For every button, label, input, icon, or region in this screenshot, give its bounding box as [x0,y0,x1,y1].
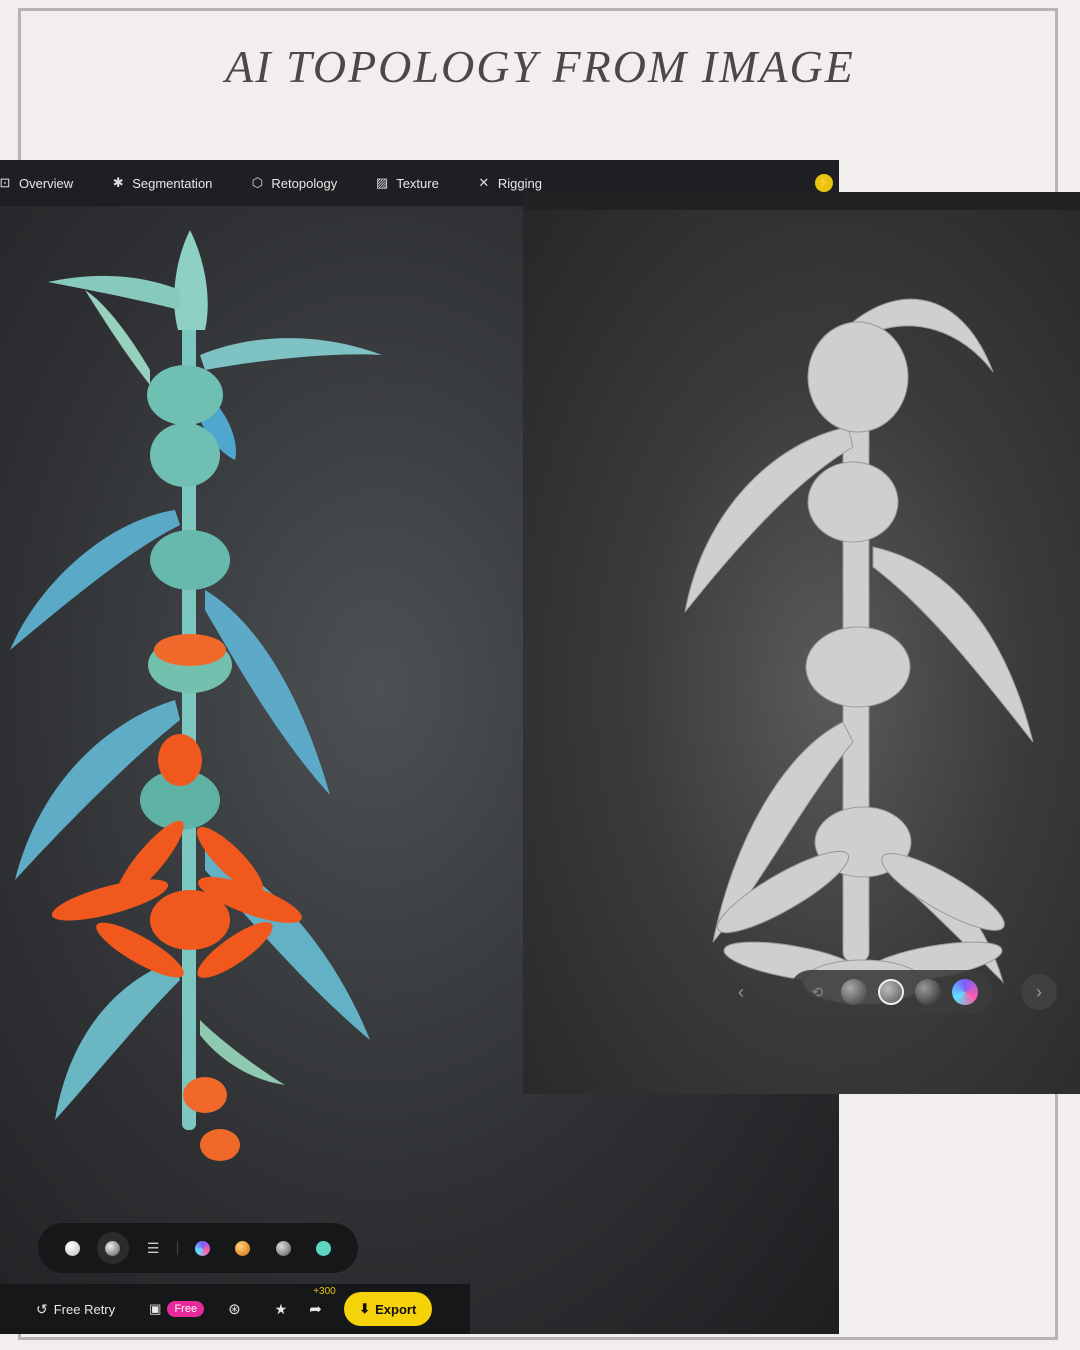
orbit-icon: ⊛ [228,1301,241,1318]
clay-sphere-icon [105,1240,121,1256]
chevron-right-icon: › [1036,981,1042,1002]
gift-button[interactable]: ▣ Free [149,1284,205,1334]
headline: AI TOPOLOGY FROM IMAGE [225,41,855,92]
tab-retopology[interactable]: ⬡ Retopology [250,160,337,206]
viewer-material-bar: ⟲ [789,970,993,1014]
tab-overview[interactable]: ⊡ Overview [0,160,73,206]
bolt-icon[interactable]: ⚡ [815,174,833,192]
free-retry-button[interactable]: ↺ Free Retry [36,1284,115,1334]
retry-label: Free Retry [53,1301,116,1317]
gift-icon: ▣ [149,1301,162,1316]
puzzle-icon: ✱ [112,175,124,190]
gradient-sphere-icon [195,1240,210,1256]
share-button[interactable]: ➦ +300 [309,1284,336,1334]
viewer-header [523,192,1080,210]
material-teal-button[interactable] [304,1223,344,1273]
tab-label: Segmentation [132,175,213,191]
share-icon: ➦ [309,1301,322,1318]
view-3d-button[interactable]: ⊛ [228,1284,241,1334]
material-settings-button[interactable]: ☰ [133,1223,173,1273]
material-clay-button[interactable] [92,1223,132,1273]
tab-label: Overview [19,175,74,191]
textured-plant-model[interactable] [0,220,520,1180]
free-badge: Free [167,1301,205,1317]
orange-sphere-icon [235,1240,251,1256]
next-arrow-button[interactable]: › [1021,974,1057,1010]
clay-view-button[interactable] [877,979,904,1005]
star-icon: ★ [274,1300,288,1317]
bonus-label: +300 [313,1286,336,1297]
export-label: Export [375,1301,417,1317]
gray-sphere-icon [275,1240,291,1256]
tab-label: Retopology [271,175,338,191]
color-view-button[interactable] [951,979,978,1005]
action-bar: ↺ Free Retry ▣ Free ⊛ ★ ➦ +300 ⬇ Export [0,1284,470,1334]
white-sphere-icon [64,1240,80,1256]
retopology-mesh-model[interactable] [673,282,1073,1042]
material-orange-button[interactable] [223,1223,263,1273]
textured-view-button[interactable] [841,979,868,1005]
divider [177,1241,179,1255]
overview-icon: ⊡ [0,175,11,190]
cube-mesh-icon: ⬡ [251,175,264,190]
texture-icon: ▨ [376,175,389,190]
tab-label: Texture [396,175,439,191]
sliders-icon: ☰ [146,1239,160,1256]
tab-texture[interactable]: ▨ Texture [375,160,439,206]
rotate-view-button[interactable]: ⟲ [804,979,830,1005]
rotate-icon: ⟲ [811,983,824,1000]
favorite-button[interactable]: ★ [275,1284,288,1334]
teal-sphere-icon [316,1240,332,1256]
prev-arrow-button[interactable]: ‹ [723,974,759,1010]
tab-label: Rigging [497,175,542,191]
chevron-left-icon: ‹ [738,981,744,1002]
download-icon: ⬇ [359,1301,371,1316]
material-gray-button[interactable] [263,1223,303,1273]
retry-icon: ↺ [36,1300,48,1317]
material-gradient-button[interactable] [182,1223,222,1273]
retopology-viewer: ‹ ⟲ › [523,192,1080,1094]
export-button[interactable]: ⬇ Export [343,1292,432,1326]
figure-icon: ✕ [478,175,490,190]
wireframe-view-button[interactable] [914,979,941,1005]
material-selector: ☰ [38,1223,358,1273]
tab-segmentation[interactable]: ✱ Segmentation [111,160,213,206]
material-white-button[interactable] [52,1223,92,1273]
